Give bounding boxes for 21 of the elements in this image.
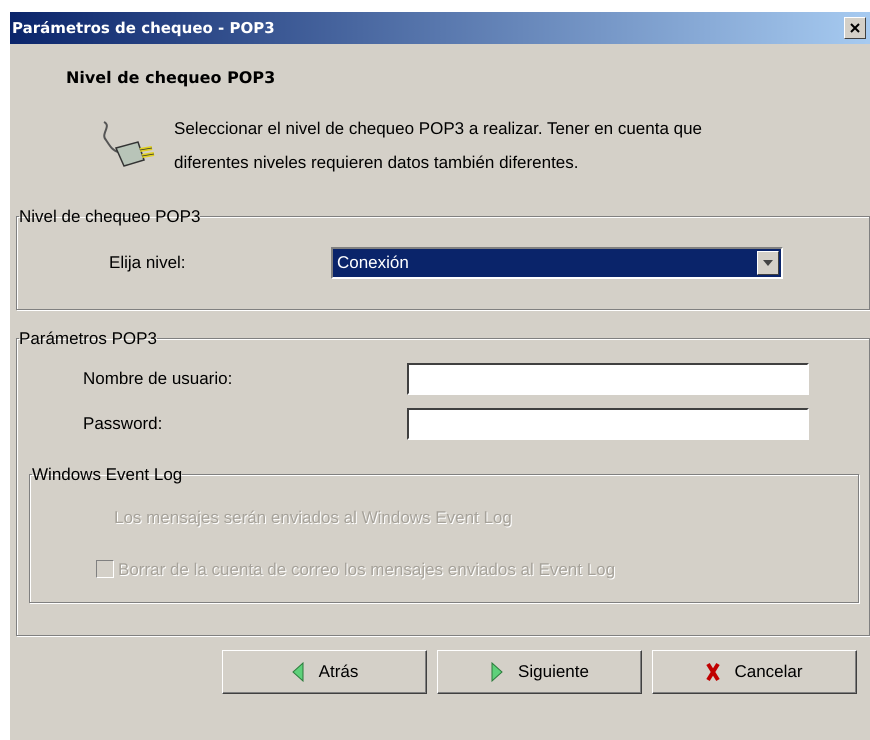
window-title: Parámetros de chequeo - POP3 (12, 18, 275, 39)
dropdown-value: Conexión (337, 252, 409, 274)
input-field[interactable] (407, 363, 809, 395)
cancel-button[interactable]: Cancelar (652, 650, 857, 694)
group-title: Nivel de chequeo POP3 (19, 208, 200, 225)
field-label: Password: (83, 413, 164, 436)
level-dropdown[interactable]: Conexión (331, 247, 783, 279)
back-button[interactable]: Atrás (222, 650, 427, 694)
next-button[interactable]: Siguiente (437, 650, 642, 694)
cancel-icon (706, 661, 720, 683)
page-heading: Nivel de chequeo POP3 (66, 67, 276, 89)
close-button[interactable] (844, 17, 866, 39)
group-title: Parámetros POP3 (19, 330, 157, 347)
group-title: Windows Event Log (32, 466, 182, 483)
close-icon (849, 22, 861, 34)
input-field[interactable] (407, 408, 809, 440)
field-label: Elija nivel: (109, 252, 187, 274)
field-label: Nombre de usuario: (83, 368, 234, 390)
description-text: Seleccionar el nivel de chequeo POP3 a realizar. Tener en cuenta que diferentes niveles requieren datos también diferentes. (174, 118, 703, 174)
next-arrow-icon (490, 661, 504, 683)
back-arrow-icon (290, 661, 305, 683)
